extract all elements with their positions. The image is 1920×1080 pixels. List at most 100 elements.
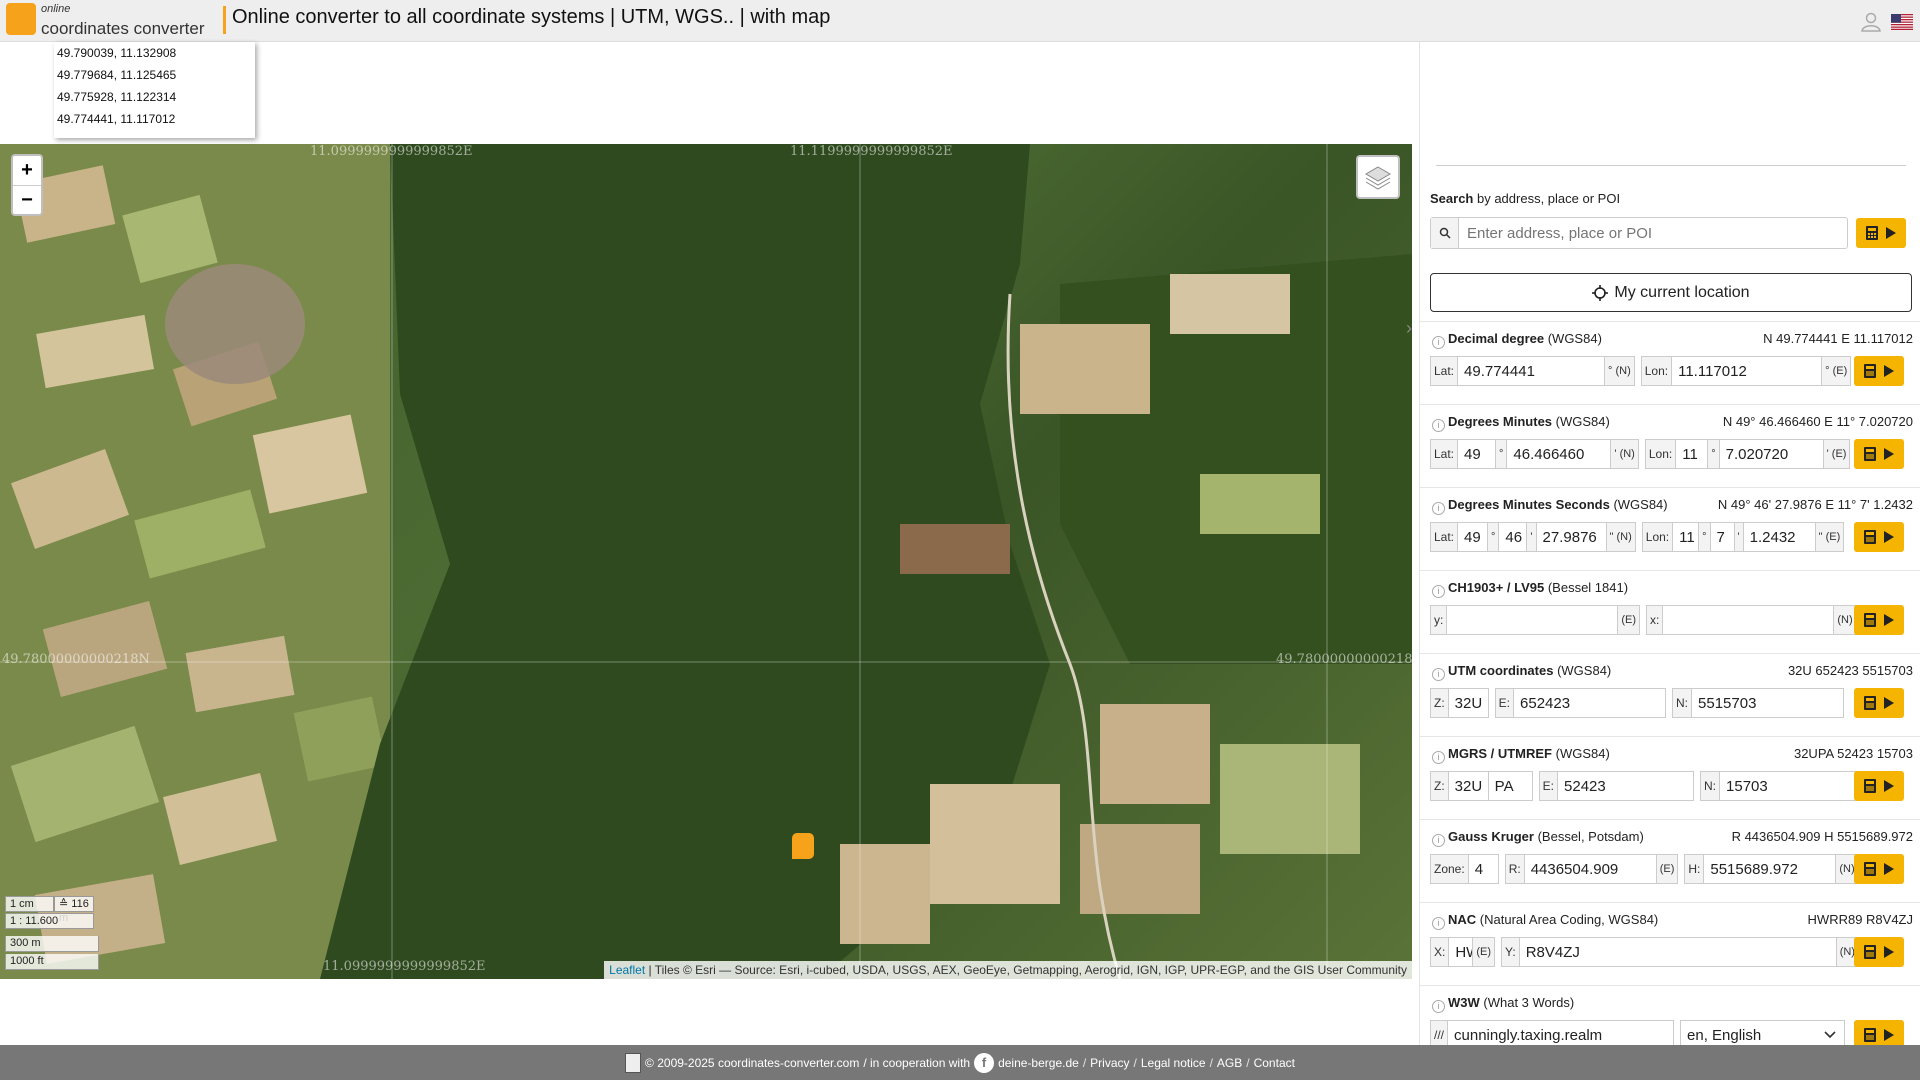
leaflet-link[interactable]: Leaflet <box>609 963 645 977</box>
lat-min-input[interactable]: 46 <box>1499 522 1528 552</box>
privacy-link[interactable]: Privacy <box>1090 1056 1129 1070</box>
r-input[interactable]: 4436504.909 <box>1524 854 1657 884</box>
search-input[interactable] <box>1459 224 1839 242</box>
northing-label: N: <box>1672 688 1693 718</box>
square-input[interactable]: PA <box>1488 771 1533 801</box>
title-sub: (WGS84) <box>1552 746 1610 761</box>
info-icon[interactable]: i <box>1432 502 1445 515</box>
lat-deg-input[interactable]: 49 <box>1458 439 1497 469</box>
zone-label: Z: <box>1430 771 1449 801</box>
info-icon[interactable]: i <box>1432 668 1445 681</box>
input-row: /// cunningly.taxing.realm en, English <box>1430 1020 1846 1045</box>
play-icon <box>1884 448 1894 460</box>
convert-button[interactable] <box>1854 605 1904 635</box>
lat-deg-input[interactable]: 49 <box>1458 522 1489 552</box>
search-box <box>1430 217 1848 249</box>
title-bold: Degrees Minutes <box>1448 414 1553 429</box>
play-icon <box>1884 697 1894 709</box>
h-input[interactable]: 5515689.972 <box>1704 854 1837 884</box>
lat-input[interactable]: 49.774441 <box>1458 356 1606 386</box>
zoom-out-button[interactable]: − <box>13 185 41 214</box>
search-go-button[interactable] <box>1856 218 1906 248</box>
w3w-input[interactable]: cunningly.taxing.realm <box>1448 1020 1675 1045</box>
map[interactable]: 11.0999999999999852E 11.1199999999999852… <box>0 144 1412 979</box>
lon-label: Lon: <box>1644 439 1677 469</box>
x-input[interactable] <box>1663 605 1835 635</box>
play-icon <box>1886 227 1896 239</box>
logo-icon[interactable] <box>6 3 36 35</box>
lon-sec-input[interactable]: 1.2432 <box>1743 522 1816 552</box>
lat-min-input[interactable]: 46.466460 <box>1507 439 1612 469</box>
title-bold: MGRS / UTMREF <box>1448 746 1552 761</box>
info-icon[interactable]: i <box>1432 336 1445 349</box>
convert-button[interactable] <box>1854 439 1904 469</box>
y-input[interactable]: R8V4ZJ <box>1519 937 1837 967</box>
search-label-bold: Search <box>1430 191 1474 206</box>
zone-input[interactable]: 32U <box>1448 771 1489 801</box>
suggestion-item[interactable]: 49.775928, 11.122314 <box>54 86 255 108</box>
header-bar: online coordinates converter Online conv… <box>0 0 1920 42</box>
calculator-icon <box>1864 613 1876 627</box>
convert-button[interactable] <box>1854 688 1904 718</box>
section-decimal-degree: i Decimal degree (WGS84) N 49.774441 E 11… <box>1420 321 1920 393</box>
info-icon[interactable]: i <box>1432 917 1445 930</box>
info-icon[interactable]: i <box>1432 834 1445 847</box>
lon-suffix: ° (E) <box>1822 356 1852 386</box>
lat-sec-input[interactable]: 27.9876 <box>1536 522 1607 552</box>
info-icon[interactable]: i <box>1432 585 1445 598</box>
layers-icon <box>1365 166 1391 190</box>
language-select[interactable]: en, English <box>1680 1020 1846 1045</box>
easting-input[interactable]: 652423 <box>1514 688 1667 718</box>
easting-input[interactable]: 52423 <box>1558 771 1695 801</box>
search-icon <box>1431 218 1459 248</box>
northing-input[interactable]: 15703 <box>1720 771 1857 801</box>
lat-label: Lat: <box>1430 439 1459 469</box>
suggestion-item[interactable]: 49.790039, 11.132908 <box>54 42 255 64</box>
zoom-in-button[interactable]: + <box>13 156 41 185</box>
scale-cm-value: ≙ 116 m <box>54 896 94 924</box>
section-degrees-minutes-seconds: i Degrees Minutes Seconds (WGS84) N 49° 4… <box>1420 487 1920 559</box>
y-input[interactable] <box>1447 605 1619 635</box>
location-marker-icon[interactable] <box>792 833 814 859</box>
lon-deg-input[interactable]: 11 <box>1673 522 1700 552</box>
convert-button[interactable] <box>1854 522 1904 552</box>
layers-button[interactable] <box>1356 155 1400 199</box>
zone-input[interactable]: 4 <box>1468 854 1499 884</box>
agb-link[interactable]: AGB <box>1217 1056 1242 1070</box>
zone-label: Z: <box>1430 688 1449 718</box>
grid-label: 49.78000000000218N <box>2 652 150 667</box>
logo-text[interactable]: coordinates converter <box>41 19 204 39</box>
lon-deg-input[interactable]: 11 <box>1676 439 1709 469</box>
contact-link[interactable]: Contact <box>1254 1056 1295 1070</box>
input-row: Zone: 4 R: 4436504.909 (E) H: 5515689.97… <box>1430 854 1859 884</box>
title-sub: (WGS84) <box>1552 414 1610 429</box>
x-input[interactable]: HWRR89 <box>1449 937 1474 967</box>
suggestion-item[interactable]: 49.774441, 11.117012 <box>54 108 255 130</box>
convert-button[interactable] <box>1854 854 1904 884</box>
convert-button[interactable] <box>1854 356 1904 386</box>
scale-imperial: 1000 ft <box>5 954 99 970</box>
lon-min-input[interactable]: 7 <box>1710 522 1735 552</box>
northing-input[interactable]: 5515703 <box>1692 688 1845 718</box>
partner-link[interactable]: deine-berge.de <box>998 1056 1079 1070</box>
my-location-button[interactable]: My current location <box>1430 273 1912 312</box>
section-utm: i UTM coordinates (WGS84) 32U 652423 5515… <box>1420 653 1920 725</box>
user-icon[interactable] <box>1860 11 1882 33</box>
convert-button[interactable] <box>1854 771 1904 801</box>
collapse-panel-chevron-icon[interactable]: › <box>1406 318 1420 342</box>
scale-cm: 1 cm <box>5 896 54 912</box>
convert-button[interactable] <box>1854 937 1904 967</box>
cooperation-text: / in cooperation with <box>863 1055 971 1070</box>
lon-input[interactable]: 11.117012 <box>1672 356 1823 386</box>
info-icon[interactable]: i <box>1432 419 1445 432</box>
title-bold: W3W <box>1448 995 1480 1010</box>
info-icon[interactable]: i <box>1432 751 1445 764</box>
zone-input[interactable]: 32U <box>1448 688 1489 718</box>
suggestion-item[interactable]: 49.779684, 11.125465 <box>54 64 255 86</box>
lon-min-input[interactable]: 7.020720 <box>1719 439 1824 469</box>
us-flag-icon[interactable] <box>1891 14 1913 30</box>
info-icon[interactable]: i <box>1432 1000 1445 1013</box>
section-value: 32U 652423 5515703 <box>1787 663 1913 678</box>
legal-notice-link[interactable]: Legal notice <box>1141 1056 1206 1070</box>
convert-button[interactable] <box>1854 1020 1904 1045</box>
